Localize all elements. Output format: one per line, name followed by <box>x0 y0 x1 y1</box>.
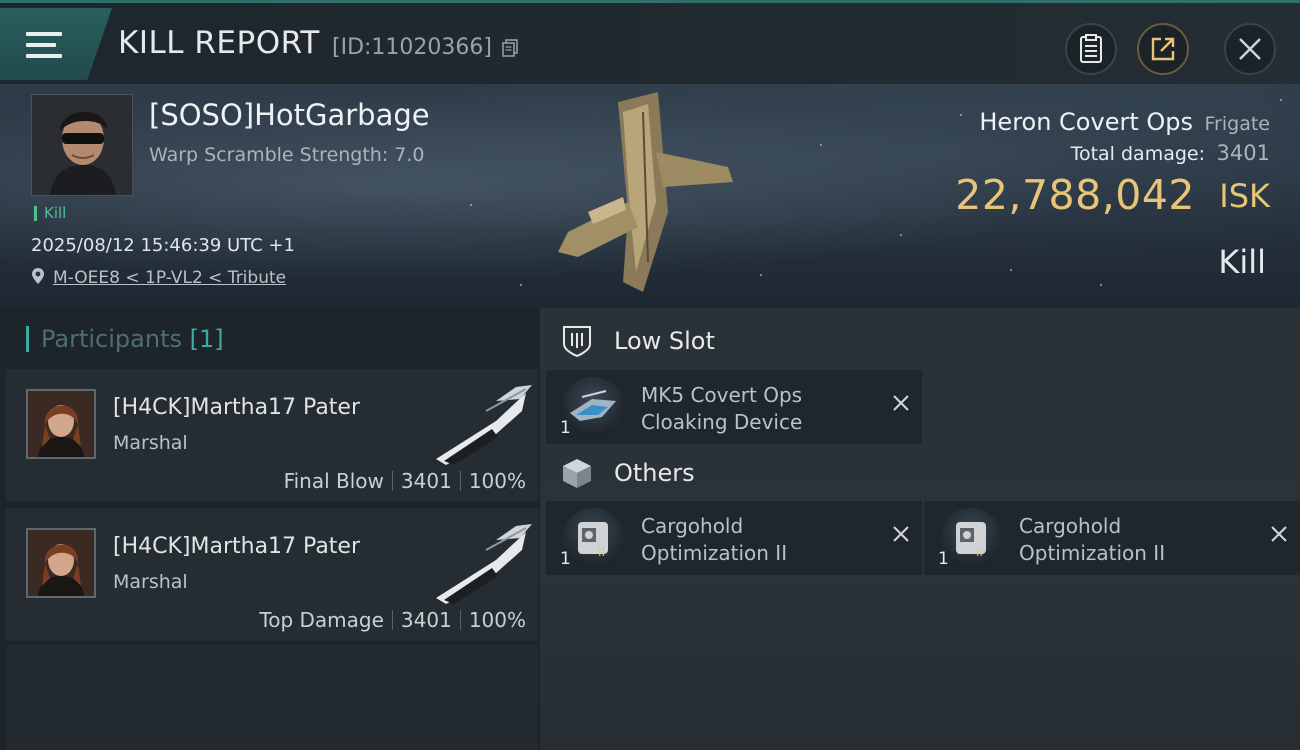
hamburger-menu-icon <box>26 32 62 60</box>
fitted-item[interactable]: 1 MK5 Covert Ops Cloaking Device <box>546 370 922 444</box>
participants-label: Participants <box>41 325 182 353</box>
item-name-line2: Optimization II <box>1019 541 1166 565</box>
participant-role: Final Blow <box>283 469 384 493</box>
participant-card[interactable]: [H4CK]Martha17 Pater Marshal Top Damage … <box>6 508 538 642</box>
close-icon <box>1239 38 1261 60</box>
participant-damage: 3401 <box>400 469 452 493</box>
share-icon <box>1151 37 1175 61</box>
low-slot-header: Low Slot <box>560 324 715 358</box>
top-bar: KILL REPORT [ID:11020366] <box>0 0 1300 84</box>
cloaking-device-icon <box>562 377 624 437</box>
victim-ship-image <box>558 92 733 292</box>
cargohold-optimization-icon: II <box>940 508 1002 568</box>
ship-name[interactable]: Heron Covert Ops <box>979 108 1193 136</box>
item-quantity: 1 <box>938 549 949 569</box>
fitted-item[interactable]: II 1 Cargohold Optimization II <box>546 501 922 575</box>
location-pin-icon <box>32 268 44 284</box>
cargo-box-icon <box>563 459 591 488</box>
participant-avatar <box>26 389 96 459</box>
participant-role: Top Damage <box>259 608 384 632</box>
total-damage-value: 3401 <box>1216 141 1270 165</box>
participant-corp: Marshal <box>113 432 188 454</box>
clipboard-button[interactable] <box>1065 23 1117 75</box>
participant-damage: 3401 <box>400 608 452 632</box>
item-name: Cargohold Optimization II <box>1019 513 1249 567</box>
clipboard-icon <box>1080 34 1102 63</box>
share-button[interactable] <box>1137 23 1189 75</box>
fitting-panel: Low Slot 1 MK5 Covert Ops Cloaking Devic… <box>540 308 1300 750</box>
participant-card[interactable]: [H4CK]Martha17 Pater Marshal Final Blow … <box>6 369 538 503</box>
item-name-line2: Optimization II <box>641 541 788 565</box>
item-name-line2: Cloaking Device <box>641 410 803 434</box>
isk-value: 22,788,042 <box>955 171 1195 219</box>
participants-count: [1] <box>189 325 224 353</box>
participant-stats: Final Blow 3401 100% <box>284 469 526 493</box>
others-label: Others <box>614 459 695 487</box>
menu-button[interactable] <box>0 8 112 80</box>
item-name-line1: Cargohold <box>1019 514 1122 538</box>
total-damage-label: Total damage: <box>1070 143 1205 165</box>
destroyed-x-icon <box>893 395 909 411</box>
close-button[interactable] <box>1224 23 1276 75</box>
svg-text:II: II <box>976 545 983 559</box>
victim-name[interactable]: [SOSO]HotGarbage <box>149 98 430 132</box>
low-slot-shield-icon <box>563 326 591 358</box>
page-title: KILL REPORT <box>118 25 320 61</box>
result-label: Kill <box>1218 243 1266 281</box>
item-quantity: 1 <box>560 549 571 569</box>
participant-percent: 100% <box>468 469 526 493</box>
destroyed-x-icon <box>1271 526 1287 542</box>
fitted-item[interactable]: II 1 Cargohold Optimization II <box>924 501 1300 575</box>
warp-scramble-strength: Warp Scramble Strength: 7.0 <box>149 144 425 166</box>
participant-ship-icon <box>436 524 532 604</box>
participant-name[interactable]: [H4CK]Martha17 Pater <box>113 534 360 559</box>
others-header: Others <box>560 456 695 490</box>
destroyed-x-icon <box>893 526 909 542</box>
participant-stats: Top Damage 3401 100% <box>259 608 526 632</box>
ship-class: Frigate <box>1204 113 1270 135</box>
report-id: [ID:11020366] <box>332 35 492 60</box>
item-name-line1: Cargohold <box>641 514 744 538</box>
svg-text:II: II <box>598 545 605 559</box>
participants-header: Participants [1] <box>26 326 224 352</box>
item-name-line1: MK5 Covert Ops <box>641 383 803 407</box>
participants-empty-area <box>6 645 538 750</box>
kill-tag: Kill <box>34 206 66 221</box>
participant-corp: Marshal <box>113 571 188 593</box>
copy-icon[interactable] <box>502 39 518 57</box>
cargohold-optimization-icon: II <box>562 508 624 568</box>
location-link[interactable]: M-OEE8 < 1P-VL2 < Tribute <box>53 268 286 288</box>
item-name: MK5 Covert Ops Cloaking Device <box>641 382 871 436</box>
item-quantity: 1 <box>560 418 571 438</box>
victim-portrait[interactable] <box>31 94 133 196</box>
participant-avatar <box>26 528 96 598</box>
isk-unit: ISK <box>1219 177 1270 215</box>
kill-timestamp: 2025/08/12 15:46:39 UTC +1 <box>31 235 295 256</box>
item-name: Cargohold Optimization II <box>641 513 871 567</box>
participants-panel: Participants [1] [H4CK]Martha17 Pater Ma… <box>0 308 540 750</box>
participant-ship-icon <box>436 385 532 465</box>
victim-panel: [SOSO]HotGarbage Warp Scramble Strength:… <box>0 84 1300 308</box>
victim-avatar-image <box>32 95 132 195</box>
participant-name[interactable]: [H4CK]Martha17 Pater <box>113 395 360 420</box>
participant-percent: 100% <box>468 608 526 632</box>
low-slot-label: Low Slot <box>614 327 715 355</box>
